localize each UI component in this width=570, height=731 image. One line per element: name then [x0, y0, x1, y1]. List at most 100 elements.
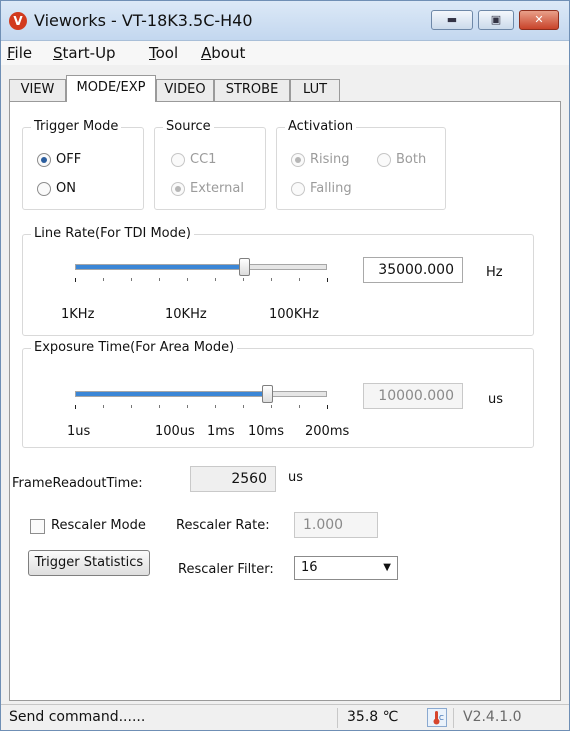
slider-tick [187, 278, 188, 281]
exposure-slider[interactable] [75, 391, 327, 397]
activation-falling-radio[interactable]: Falling [291, 181, 352, 196]
radio-selected-icon [171, 181, 185, 196]
tick-label-100khz: 100KHz [269, 307, 319, 322]
source-group: Source CC1 External [154, 119, 266, 210]
vieworks-logo-icon: V [9, 12, 27, 30]
slider-tick [327, 405, 328, 409]
title-bar[interactable]: V Vieworks - VT-18K3.5C-H40 ▬ ▣ ✕ [1, 1, 569, 41]
trigger-off-radio[interactable]: OFF [37, 152, 81, 167]
activation-rising-radio[interactable]: Rising [291, 152, 350, 167]
line-rate-slider-thumb[interactable] [238, 258, 250, 276]
slider-tick [159, 278, 160, 281]
menu-file[interactable]: File [7, 44, 32, 62]
tick-label-100us: 100us [155, 424, 195, 439]
radio-unselected-icon [171, 152, 185, 167]
tick-label-10ms: 10ms [248, 424, 284, 439]
exposure-group: Exposure Time(For Area Mode) 1us 100us 1… [22, 340, 534, 448]
line-rate-slider[interactable] [75, 264, 327, 270]
radio-selected-icon [291, 152, 305, 167]
radio-label: CC1 [190, 152, 217, 167]
activation-both-radio[interactable]: Both [377, 152, 426, 167]
slider-tick [243, 278, 244, 281]
slider-tick [103, 405, 104, 408]
slider-tick [103, 278, 104, 281]
line-rate-input[interactable]: 35000.000 [363, 257, 463, 283]
status-separator [453, 708, 454, 728]
source-cc1-radio[interactable]: CC1 [171, 152, 216, 167]
slider-tick [299, 278, 300, 281]
mode-exp-panel: Trigger Mode OFF ON Source CC1 External [9, 101, 561, 701]
radio-label: OFF [56, 152, 82, 167]
radio-unselected-icon [377, 152, 391, 167]
dropdown-arrow-icon: ▼ [383, 562, 391, 573]
radio-label: Falling [310, 181, 352, 196]
status-bar: Send command...... 35.8 ℃ C V2.4.1.0 [1, 704, 569, 730]
rescaler-filter-value: 16 [301, 560, 318, 575]
menu-tool[interactable]: Tool [149, 44, 178, 62]
trigger-statistics-button[interactable]: Trigger Statistics [28, 550, 150, 576]
line-rate-legend: Line Rate(For TDI Mode) [31, 226, 194, 241]
rescaler-mode-checkbox[interactable] [30, 519, 45, 534]
exposure-legend: Exposure Time(For Area Mode) [31, 340, 238, 355]
exposure-input[interactable]: 10000.000 [363, 383, 463, 409]
slider-tick [327, 278, 328, 282]
radio-label: Rising [310, 152, 350, 167]
source-external-radio[interactable]: External [171, 181, 244, 196]
rescaler-rate-label: Rescaler Rate: [176, 518, 270, 533]
line-rate-unit: Hz [486, 265, 503, 280]
maximize-button[interactable]: ▣ [478, 10, 514, 30]
slider-tick [131, 405, 132, 408]
radio-label: Both [396, 152, 427, 167]
tab-view[interactable]: VIEW [9, 79, 66, 101]
trigger-mode-group: Trigger Mode OFF ON [22, 119, 144, 210]
trigger-on-radio[interactable]: ON [37, 181, 76, 196]
slider-tick [131, 278, 132, 281]
exposure-slider-thumb[interactable] [261, 385, 273, 403]
menu-start-up[interactable]: Start-Up [53, 44, 116, 62]
activation-legend: Activation [285, 119, 357, 134]
tick-label-1us: 1us [67, 424, 91, 439]
radio-label: ON [56, 181, 76, 196]
exposure-unit: us [488, 392, 504, 407]
menu-bar: File Start-Up Tool About [1, 41, 569, 65]
exposure-slider-fill [76, 392, 266, 396]
tab-mode-exp[interactable]: MODE/EXP [66, 75, 156, 102]
menu-about[interactable]: About [201, 44, 245, 62]
rescaler-filter-label: Rescaler Filter: [178, 562, 274, 577]
frame-readout-value: 2560 [190, 466, 276, 492]
radio-unselected-icon [37, 181, 51, 196]
slider-tick [187, 405, 188, 408]
trigger-mode-legend: Trigger Mode [31, 119, 122, 134]
slider-tick [271, 405, 272, 408]
tab-strobe[interactable]: STROBE [214, 79, 290, 101]
slider-tick [243, 405, 244, 408]
version-label: V2.4.1.0 [463, 709, 522, 725]
source-legend: Source [163, 119, 214, 134]
frame-readout-unit: us [288, 470, 304, 485]
slider-tick [159, 405, 160, 408]
radio-label: External [190, 181, 244, 196]
tick-label-1khz: 1KHz [61, 307, 95, 322]
rescaler-filter-select[interactable]: 16 ▼ [294, 556, 398, 580]
line-rate-group: Line Rate(For TDI Mode) 1KHz 10KHz 100KH… [22, 226, 534, 336]
rescaler-mode-label: Rescaler Mode [51, 518, 146, 533]
slider-tick [299, 405, 300, 408]
radio-selected-icon [37, 152, 51, 167]
tick-label-200ms: 200ms [305, 424, 350, 439]
status-message: Send command...... [9, 709, 146, 725]
minimize-button[interactable]: ▬ [431, 10, 473, 30]
tab-video[interactable]: VIDEO [156, 79, 214, 101]
tab-lut[interactable]: LUT [290, 79, 340, 101]
line-rate-slider-fill [76, 265, 244, 269]
activation-group: Activation Rising Both Falling [276, 119, 446, 210]
slider-tick [215, 405, 216, 408]
temperature-value: 35.8 ℃ [347, 709, 399, 725]
slider-tick [271, 278, 272, 281]
radio-unselected-icon [291, 181, 305, 196]
svg-text:C: C [439, 714, 444, 722]
tick-label-10khz: 10KHz [165, 307, 207, 322]
close-button[interactable]: ✕ [519, 10, 559, 30]
rescaler-rate-input[interactable]: 1.000 [294, 512, 378, 538]
slider-tick [75, 405, 76, 409]
frame-readout-label: FrameReadoutTime: [12, 476, 143, 491]
